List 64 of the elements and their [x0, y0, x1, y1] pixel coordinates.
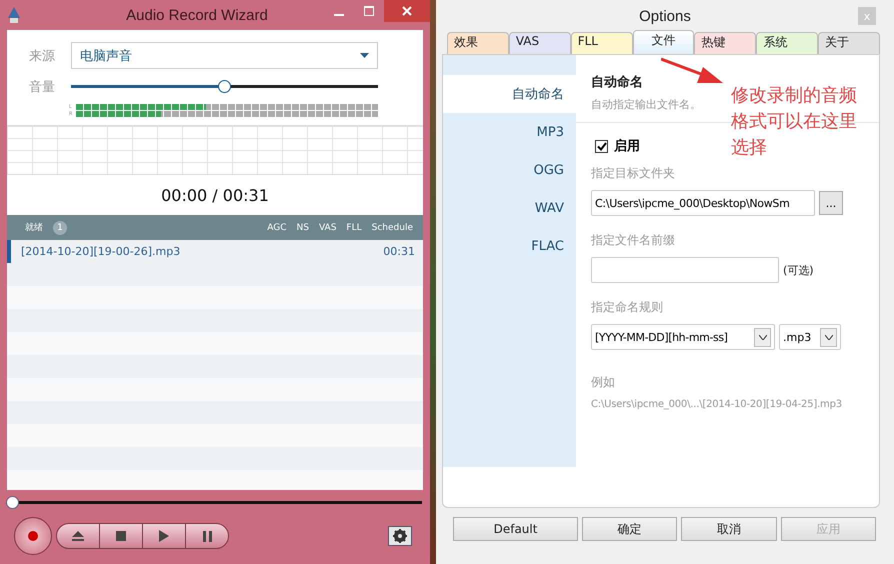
folder-field[interactable]: C:\Users\ipcme_000\Desktop\NowSm [591, 190, 815, 216]
count-badge: 1 [53, 220, 67, 234]
tab[interactable]: 效果 [447, 32, 509, 54]
nav-item[interactable]: 自动命名 [443, 75, 576, 113]
slider-thumb[interactable] [218, 80, 231, 93]
field-label: 指定文件名前缀 [591, 232, 676, 249]
column-header: VAS [318, 222, 336, 232]
column-header: AGC [267, 222, 287, 232]
window-title: Audio Record Wizard [125, 6, 269, 24]
slider-thumb[interactable] [6, 496, 19, 509]
pause-icon [202, 530, 212, 542]
nav-item[interactable]: MP3 [443, 113, 576, 151]
tab[interactable]: 文件 [632, 30, 694, 54]
example-label: 例如 [591, 374, 616, 391]
record-button[interactable] [14, 517, 52, 555]
section-title: 自动命名 [591, 74, 644, 91]
close-button[interactable] [384, 0, 430, 22]
maximize-icon [364, 6, 374, 16]
format-dropdown[interactable]: .mp3 [779, 324, 841, 350]
dialog-button[interactable]: Default [453, 517, 578, 541]
tab[interactable]: 关于 [818, 32, 880, 54]
time-display: 00:00 / 00:31 [160, 184, 270, 206]
settings-button[interactable] [388, 526, 412, 546]
browse-button[interactable]: ... [819, 191, 843, 215]
optional-hint: (可选) [783, 262, 814, 278]
column-header: FLL [346, 222, 362, 232]
play-icon [159, 530, 169, 542]
enable-label: 启用 [614, 138, 640, 155]
pattern-dropdown[interactable]: [YYYY-MM-DD][hh-mm-ss] [591, 324, 775, 350]
dialog-button[interactable]: 确定 [582, 517, 678, 541]
gear-icon [393, 529, 407, 543]
section-description: 自动指定输出文件名。 [591, 97, 702, 112]
window-title: Options [639, 8, 691, 24]
tab[interactable]: 系统 [756, 32, 818, 54]
dropdown-arrow-icon [360, 52, 369, 58]
source-label: 来源 [29, 48, 56, 64]
volume-label: 音量 [29, 78, 56, 96]
chevron-down-icon [758, 334, 766, 340]
field-label: 指定命名规则 [591, 299, 664, 316]
file-row[interactable]: [2014-10-20][19-00-26].mp3 00:31 [7, 240, 423, 263]
nav-item[interactable]: FLAC [443, 227, 576, 265]
field-label: 指定目标文件夹 [591, 165, 676, 182]
chevron-down-icon [824, 334, 832, 340]
close-icon [402, 6, 412, 16]
dialog-button[interactable]: 取消 [681, 517, 777, 541]
minimize-icon [334, 14, 344, 16]
enable-checkbox[interactable] [595, 140, 608, 152]
nav-item[interactable]: WAV [443, 189, 576, 227]
column-header: Schedule [372, 222, 413, 232]
column-header: NS [296, 222, 309, 232]
tab[interactable]: VAS [508, 32, 571, 54]
file-duration: 00:31 [383, 245, 415, 258]
prefix-field[interactable] [591, 257, 779, 283]
eject-icon [72, 531, 84, 541]
tab[interactable]: 热键 [694, 32, 756, 54]
app-icon [6, 6, 22, 24]
nav-item[interactable]: OGG [443, 151, 576, 189]
file-name: [2014-10-20][19-00-26].mp3 [21, 245, 180, 258]
annotation-text: 修改录制的音频格式可以在这里选择 [731, 84, 858, 160]
tab[interactable]: FLL [570, 32, 633, 54]
stop-icon [116, 531, 126, 541]
status-label: 就绪 [25, 222, 43, 234]
source-dropdown[interactable]: 电脑声音 [71, 42, 378, 69]
example-path: C:\Users\ipcme_000\...\[2014-10-20][19-04-25].mp3 [591, 399, 843, 410]
